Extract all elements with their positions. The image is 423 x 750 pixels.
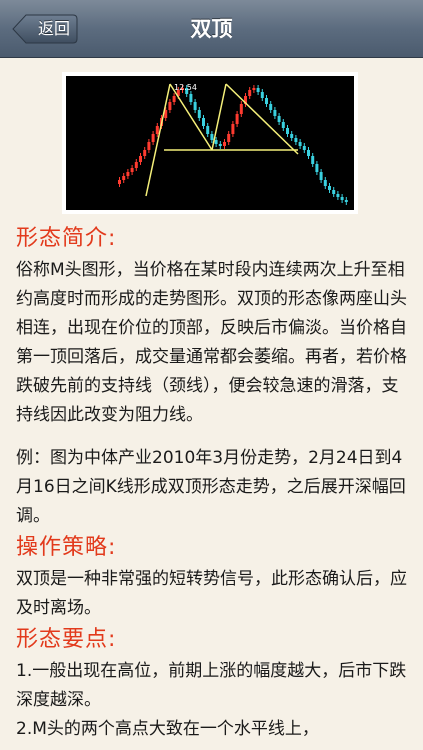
candle-body: [235, 114, 239, 124]
candle-body: [290, 134, 294, 138]
navigation-bar: 返回 双顶: [0, 0, 423, 58]
candle-body: [122, 176, 126, 180]
candle-body: [168, 102, 172, 110]
peak-price-label: 12.54: [174, 83, 197, 92]
candle-body: [332, 190, 336, 194]
candle-body: [298, 142, 302, 146]
candle-body: [172, 96, 176, 102]
candle-body: [311, 156, 315, 164]
pattern-illustration: 12.54: [62, 72, 358, 214]
section-key-points: 形态要点: 1.一般出现在高位，前期上涨的幅度越大，后市下跌深度越深。 2.M头…: [16, 623, 411, 744]
candle-body: [265, 98, 268, 104]
candle-body: [231, 124, 235, 134]
candle-body: [227, 134, 231, 142]
candle-body: [206, 126, 210, 134]
candle-body: [248, 90, 252, 96]
section-heading: 形态要点:: [16, 627, 117, 652]
candle-body: [294, 138, 298, 142]
candle-body: [307, 150, 310, 156]
candle-body: [239, 104, 243, 114]
candle-body: [193, 102, 197, 110]
candle-body: [214, 140, 218, 144]
candle-body: [340, 197, 344, 200]
candle-body: [302, 146, 306, 150]
candle-body: [223, 142, 226, 146]
candle-body: [147, 142, 151, 150]
candle-body: [126, 172, 130, 176]
paragraph: 俗称M头图形，当价格在某时段内连续两次上升至相约高度时而形成的走势图形。双顶的形…: [16, 260, 407, 425]
candle-body: [269, 104, 273, 110]
candle-body: [281, 122, 285, 128]
paragraph: 例：图为中体产业2010年3月份走势，2月24日到4月16日之间K线形成双顶形态…: [16, 448, 406, 526]
candle-body: [134, 162, 138, 168]
candle-body: [252, 88, 256, 90]
candle-body: [143, 150, 147, 156]
section-heading: 操作策略:: [16, 535, 117, 560]
candle-body: [118, 180, 121, 184]
candle-body: [151, 134, 155, 142]
article-content: 形态简介: 俗称M头图形，当价格在某时段内连续两次上升至相约高度时而形成的走势图…: [16, 222, 411, 744]
candle-body: [323, 180, 327, 186]
candle-body: [197, 110, 201, 118]
candle-body: [344, 200, 348, 202]
candle-body: [210, 134, 214, 140]
candle-body: [277, 116, 281, 122]
section-heading: 形态简介:: [16, 226, 117, 251]
paragraph: 2.M头的两个高点大致在一个水平线上，: [16, 719, 319, 739]
candle-body: [273, 110, 277, 116]
candle-body: [189, 94, 193, 102]
page-title: 双顶: [190, 17, 233, 41]
candle-body: [260, 92, 264, 98]
candlestick-chart-image: 12.54: [66, 76, 354, 210]
section-strategy: 操作策略: 双顶是一种非常强的短转势信号，此形态确认后，应及时离场。: [16, 531, 411, 623]
section-intro: 形态简介: 俗称M头图形，当价格在某时段内连续两次上升至相约高度时而形成的走势图…: [16, 222, 411, 531]
candle-body: [130, 168, 134, 172]
candle-body: [286, 128, 289, 134]
paragraph: 1.一般出现在高位，前期上涨的幅度越大，后市下跌深度越深。: [16, 661, 407, 710]
candle-body: [256, 88, 260, 92]
candle-body: [328, 186, 331, 190]
paragraph: 双顶是一种非常强的短转势信号，此形态确认后，应及时离场。: [16, 569, 407, 618]
candle-body: [336, 194, 340, 197]
candle-body: [139, 156, 142, 162]
candle-body: [202, 118, 205, 126]
candle-body: [319, 172, 323, 180]
candle-body: [218, 144, 222, 146]
candle-body: [155, 126, 159, 134]
candle-body: [315, 164, 319, 172]
